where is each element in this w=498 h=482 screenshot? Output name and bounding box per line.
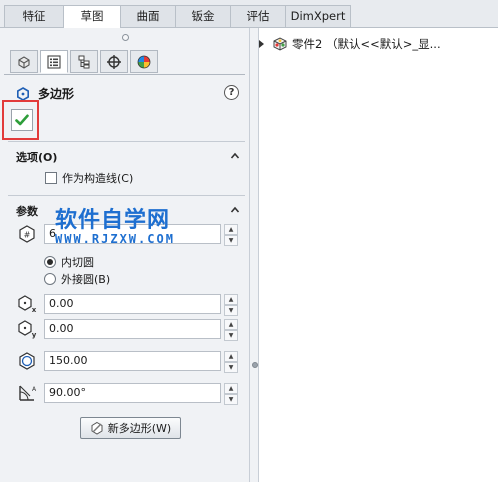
- number-of-sides-icon: #: [19, 225, 35, 243]
- part-name-label: 零件2 （默认<<默认>_显...: [292, 37, 441, 51]
- tab-row-separator: [4, 74, 245, 75]
- center-x-input[interactable]: 0.00: [44, 294, 221, 314]
- new-polygon-icon: [91, 421, 103, 435]
- feature-manager-tab[interactable]: [10, 50, 38, 73]
- checkbox-box[interactable]: [45, 172, 57, 184]
- inscribed-radio[interactable]: 内切圆: [44, 254, 94, 270]
- spin-down-arrow-icon[interactable]: ▼: [224, 394, 238, 405]
- diameter-input[interactable]: 150.00: [44, 351, 221, 371]
- tab-sketch[interactable]: 草图: [63, 5, 121, 28]
- center-y-input[interactable]: 0.00: [44, 319, 221, 339]
- options-section-heading[interactable]: 选项(O): [16, 149, 57, 165]
- svg-text:#: #: [24, 231, 31, 240]
- parameters-section-heading[interactable]: 参数: [16, 203, 38, 219]
- new-polygon-label: 新多边形(W): [107, 422, 172, 435]
- tab-label: 曲面: [136, 9, 160, 23]
- splitter-grip[interactable]: [252, 362, 258, 368]
- new-polygon-button[interactable]: 新多边形(W): [80, 417, 181, 439]
- center-x-icon: x: [18, 295, 37, 314]
- polygon-icon: [17, 86, 29, 101]
- property-list-icon: [47, 54, 61, 69]
- svg-text:y: y: [32, 331, 37, 339]
- circle-diameter-icon: [19, 352, 35, 370]
- appearance-pie-icon: [137, 55, 151, 68]
- tab-evaluate[interactable]: 评估: [230, 5, 286, 27]
- svg-text:x: x: [32, 306, 37, 314]
- center-y-icon: y: [18, 320, 37, 339]
- spin-down-arrow-icon[interactable]: ▼: [224, 305, 238, 316]
- dimxpert-manager-tab[interactable]: [100, 50, 128, 73]
- crosshair-icon: [107, 54, 121, 69]
- spin-down-arrow-icon[interactable]: ▼: [224, 362, 238, 373]
- property-manager-tab[interactable]: [40, 50, 68, 73]
- tab-label: 评估: [246, 9, 270, 23]
- part-icon: [273, 37, 287, 51]
- center-x-spinner[interactable]: ▲ ▼: [224, 294, 238, 316]
- angle-spinner[interactable]: ▲ ▼: [224, 383, 238, 405]
- svg-text:A: A: [32, 386, 37, 393]
- tab-label: 特征: [22, 9, 46, 23]
- tab-label: 钣金: [191, 9, 215, 23]
- watermark-title: 软件自学网: [55, 208, 171, 233]
- center-y-spinner[interactable]: ▲ ▼: [224, 319, 238, 341]
- property-manager-panel: 多边形 ? 选项(O) 作为构造线(C) 参数 # 6 ▲ ▼ 内切圆 外接圆(B…: [0, 28, 249, 482]
- collapse-chevron-icon[interactable]: [230, 151, 240, 161]
- help-icon[interactable]: ?: [224, 85, 239, 100]
- construction-line-checkbox[interactable]: 作为构造线(C): [45, 170, 133, 186]
- display-manager-tab[interactable]: [130, 50, 158, 73]
- inscribed-label: 内切圆: [61, 256, 94, 269]
- radio-dot[interactable]: [44, 256, 56, 268]
- panel-title: 多边形: [38, 87, 75, 101]
- spin-down-arrow-icon[interactable]: ▼: [224, 330, 238, 341]
- spin-up-arrow-icon[interactable]: ▲: [224, 224, 238, 235]
- angle-icon: A: [19, 385, 37, 401]
- watermark: 软件自学网 WWW.RJZXW.COM: [55, 202, 175, 246]
- section-separator: [8, 195, 245, 196]
- spin-up-arrow-icon[interactable]: ▲: [224, 319, 238, 330]
- command-tab-bar: 特征 草图 曲面 钣金 评估 DimXpert: [0, 0, 498, 28]
- tab-surfaces[interactable]: 曲面: [120, 5, 176, 27]
- sides-spinner[interactable]: ▲ ▼: [224, 224, 238, 246]
- tab-dimxpert[interactable]: DimXpert: [285, 5, 351, 27]
- panel-grip-handle[interactable]: [122, 34, 129, 41]
- watermark-url: WWW.RJZXW.COM: [55, 232, 175, 246]
- expand-arrow-icon[interactable]: [259, 40, 264, 48]
- feature-tree-area: 零件2 （默认<<默认>_显...: [259, 28, 498, 482]
- feature-tree-icon: [18, 55, 30, 69]
- radio-dot[interactable]: [44, 273, 56, 285]
- highlight-frame: [2, 100, 39, 140]
- panel-splitter[interactable]: [249, 28, 259, 482]
- tree-item-part[interactable]: 零件2 （默认<<默认>_显...: [259, 36, 441, 52]
- spin-down-arrow-icon[interactable]: ▼: [224, 235, 238, 246]
- configuration-icon: [78, 55, 90, 68]
- configuration-manager-tab[interactable]: [70, 50, 98, 73]
- tab-label: 草图: [80, 9, 104, 23]
- circumscribed-label: 外接圆(B): [61, 273, 111, 286]
- angle-input[interactable]: 90.00°: [44, 383, 221, 403]
- circumscribed-radio[interactable]: 外接圆(B): [44, 271, 110, 287]
- section-separator: [8, 141, 245, 142]
- tab-label: DimXpert: [290, 9, 346, 23]
- spin-up-arrow-icon[interactable]: ▲: [224, 351, 238, 362]
- tab-features[interactable]: 特征: [4, 5, 64, 27]
- spin-up-arrow-icon[interactable]: ▲: [224, 383, 238, 394]
- spin-up-arrow-icon[interactable]: ▲: [224, 294, 238, 305]
- construction-line-label: 作为构造线(C): [62, 172, 134, 185]
- collapse-chevron-icon[interactable]: [230, 205, 240, 215]
- tab-sheet-metal[interactable]: 钣金: [175, 5, 231, 27]
- diameter-spinner[interactable]: ▲ ▼: [224, 351, 238, 373]
